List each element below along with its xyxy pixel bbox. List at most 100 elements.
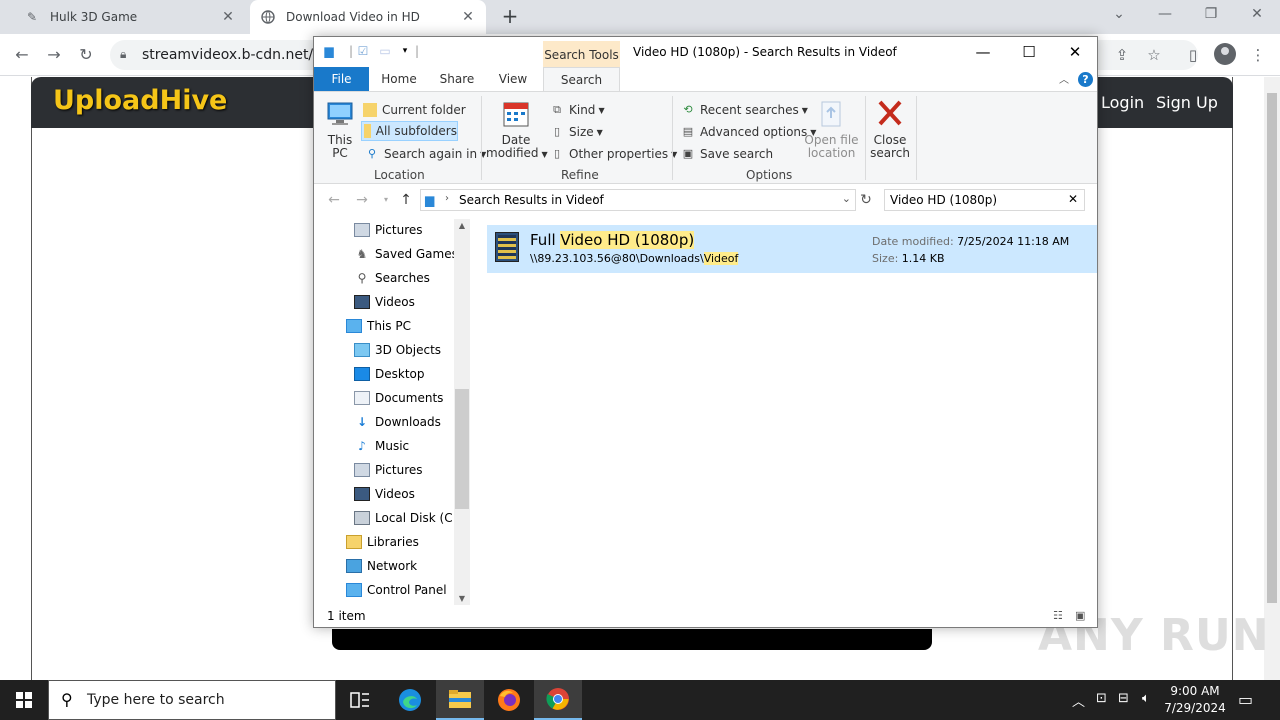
recent-locations-dropdown-icon[interactable]: ▾ (378, 192, 394, 208)
forward-button[interactable]: → (354, 192, 370, 208)
nav-item-pictures[interactable]: Pictures (354, 219, 423, 241)
search-icon: ⚲ (357, 271, 367, 285)
kind-button[interactable]: ⧉ Kind ▼ (550, 100, 605, 120)
nav-item-videos-pc[interactable]: Videos (354, 483, 415, 505)
start-button[interactable] (0, 680, 48, 720)
search-again-in-label: Search again in (384, 147, 478, 161)
advanced-options-button[interactable]: ▤ Advanced options ▼ (681, 122, 817, 142)
list-item[interactable]: Full Video HD (1080p) \\89.23.103.56@80\… (487, 225, 1097, 273)
scrollbar-thumb[interactable] (455, 389, 469, 509)
tab-home[interactable]: Home (374, 67, 424, 91)
all-subfolders-button[interactable]: All subfolders (361, 121, 458, 141)
network-icon[interactable]: ⊟ (1118, 691, 1129, 706)
other-properties-button[interactable]: ▯ Other properties ▼ (550, 144, 677, 164)
save-search-button[interactable]: ▣ Save search (681, 144, 773, 164)
help-icon[interactable]: ? (1078, 72, 1093, 87)
scroll-up-icon[interactable]: ▲ (454, 221, 470, 230)
volume-icon[interactable]: 🔈︎ (1142, 691, 1150, 706)
date-modified-button[interactable]: Date modified ▼ (486, 98, 548, 161)
nav-item-control-panel[interactable]: Control Panel (346, 579, 447, 601)
file-explorer-app[interactable] (436, 680, 484, 720)
scroll-down-icon[interactable]: ▼ (454, 594, 470, 603)
details-view-icon[interactable]: ☷ (1053, 609, 1069, 622)
new-folder-icon[interactable]: ▭ (378, 44, 392, 58)
address-dropdown-icon[interactable]: ⌄ (842, 192, 851, 205)
nav-item-local-disk[interactable]: Local Disk (C:) (354, 507, 461, 529)
tab-search-chevron-icon[interactable]: ⌄ (1096, 0, 1142, 30)
system-clock[interactable]: 9:00 AM 7/29/2024 (1160, 683, 1230, 717)
close-icon[interactable]: ✕ (220, 9, 236, 25)
nav-item-network[interactable]: Network (346, 555, 417, 577)
back-button[interactable]: ← (10, 43, 34, 67)
nav-item-this-pc[interactable]: This PC (346, 315, 411, 337)
back-button[interactable]: ← (326, 192, 342, 208)
recent-searches-button[interactable]: ⟲ Recent searches ▼ (681, 100, 808, 120)
share-icon[interactable]: ⇪ (1110, 43, 1134, 67)
side-panel-icon[interactable]: ▯ (1181, 43, 1205, 67)
refine-group-label: Refine (561, 168, 599, 182)
tab-share[interactable]: Share (432, 67, 482, 91)
date-label: Date modified: (872, 235, 954, 248)
meet-now-icon[interactable]: ⊡ (1096, 691, 1107, 706)
page-scrollbar[interactable] (1264, 77, 1280, 680)
tab-hulk-3d-game[interactable]: ✎ Hulk 3D Game ✕ (8, 0, 246, 34)
minimize-button[interactable]: — (960, 37, 1006, 67)
search-input[interactable]: Video HD (1080p) ✕ (884, 189, 1085, 211)
address-box[interactable]: ▆ › Search Results in Videof › ⌄ (420, 189, 856, 211)
maximize-button[interactable]: ☐ (1006, 37, 1052, 67)
close-search-button[interactable]: Close search (870, 98, 910, 160)
nav-item-desktop[interactable]: Desktop (354, 363, 425, 385)
navigation-scrollbar[interactable]: ▲ ▼ (454, 219, 470, 605)
menu-kebab-icon[interactable]: ⋮ (1246, 43, 1270, 67)
properties-icon[interactable]: ☑ (356, 44, 370, 58)
desktop-icon (354, 367, 370, 381)
show-hidden-icons-chevron-icon[interactable]: ︿ (1072, 691, 1085, 710)
taskbar-search-box[interactable]: ⚲ Type here to search (48, 680, 336, 720)
tab-file[interactable]: File (314, 67, 369, 91)
reload-button[interactable]: ↻ (74, 43, 98, 67)
minimize-button[interactable]: — (1142, 0, 1188, 30)
tab-view[interactable]: View (488, 67, 538, 91)
edge-app[interactable] (386, 680, 434, 720)
size-button[interactable]: ▯ Size ▼ (550, 122, 603, 142)
this-pc-button[interactable]: This PC (324, 98, 356, 160)
nav-item-3d-objects[interactable]: 3D Objects (354, 339, 441, 361)
task-view-button[interactable] (336, 680, 384, 720)
close-icon[interactable]: ✕ (460, 9, 476, 25)
breadcrumb[interactable]: Search Results in Videof (459, 193, 604, 207)
result-date-modified: Date modified: 7/25/2024 11:18 AM (872, 235, 1069, 248)
chrome-app[interactable] (534, 680, 582, 720)
nav-item-documents[interactable]: Documents (354, 387, 443, 409)
nav-item-videos[interactable]: Videos (354, 291, 415, 313)
close-window-button[interactable]: ✕ (1052, 37, 1098, 67)
nav-item-pictures-pc[interactable]: Pictures (354, 459, 423, 481)
clear-search-icon[interactable]: ✕ (1068, 192, 1078, 206)
signup-link[interactable]: Sign Up (1156, 93, 1218, 112)
tab-search[interactable]: Search (543, 67, 620, 92)
nav-item-downloads[interactable]: ↓ Downloads (354, 411, 441, 433)
forward-button[interactable]: → (42, 43, 66, 67)
site-logo[interactable]: UploadHive (53, 85, 227, 116)
bookmark-star-icon[interactable]: ☆ (1142, 43, 1166, 67)
profile-avatar[interactable] (1214, 43, 1236, 65)
refresh-icon[interactable]: ↻ (858, 192, 874, 208)
current-folder-button[interactable]: Current folder (363, 100, 466, 120)
search-again-in-button[interactable]: ⚲ Search again in ▼ (365, 144, 486, 164)
tab-download-video[interactable]: Download Video in HD ✕ (250, 0, 486, 34)
close-window-button[interactable]: ✕ (1234, 0, 1280, 30)
date-modified-label-1: Date (501, 133, 531, 147)
notifications-icon[interactable]: ▭ (1238, 690, 1253, 709)
firefox-app[interactable] (485, 680, 533, 720)
scrollbar-thumb[interactable] (1267, 93, 1277, 603)
open-file-location-button[interactable]: Open file location (804, 98, 859, 160)
nav-item-music[interactable]: ♪ Music (354, 435, 409, 457)
nav-item-libraries[interactable]: Libraries (346, 531, 419, 553)
login-link[interactable]: Login (1101, 93, 1144, 112)
nav-item-saved-games[interactable]: ♞ Saved Games (354, 243, 458, 265)
collapse-ribbon-icon[interactable]: ︿ (1059, 71, 1069, 86)
up-button[interactable]: ↑ (398, 192, 414, 208)
new-tab-button[interactable]: + (498, 5, 522, 29)
restore-button[interactable]: ❐ (1188, 0, 1234, 30)
nav-item-searches[interactable]: ⚲ Searches (354, 267, 430, 289)
large-icons-view-icon[interactable]: ▣ (1075, 609, 1091, 622)
